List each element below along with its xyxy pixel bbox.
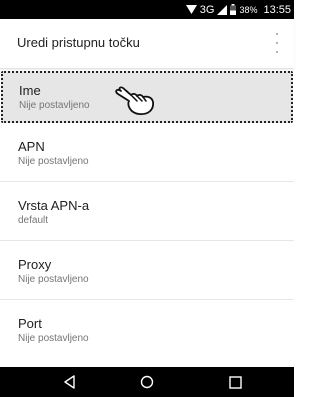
pref-summary: Nije postavljeno — [18, 274, 89, 285]
pref-proxy[interactable]: Proxy Nije postavljeno — [0, 241, 294, 300]
back-icon — [64, 375, 75, 389]
pointer-hand-icon — [115, 86, 154, 115]
back-button[interactable] — [45, 367, 95, 397]
pref-port[interactable]: Port Nije postavljeno — [0, 300, 294, 359]
pref-title: Vrsta APN-a — [18, 198, 90, 213]
recents-icon — [228, 375, 242, 389]
more-options-icon[interactable] — [274, 33, 280, 53]
home-icon — [140, 375, 154, 389]
pref-apn[interactable]: APN Nije postavljeno — [0, 123, 294, 182]
pref-title: Ime — [19, 83, 41, 98]
pref-summary: Nije postavljeno — [18, 333, 89, 344]
network-type: 3G — [199, 3, 215, 16]
pref-summary: Nije postavljeno — [19, 100, 90, 111]
pref-name[interactable]: Ime Nije postavljeno — [1, 71, 293, 123]
pref-apn-type[interactable]: Vrsta APN-a default — [0, 182, 294, 241]
signal-icon — [217, 4, 228, 15]
recents-button[interactable] — [210, 367, 260, 397]
battery-icon — [230, 4, 237, 15]
pref-title: Port — [18, 316, 42, 331]
home-button[interactable] — [122, 367, 172, 397]
pref-summary: Nije postavljeno — [18, 156, 89, 167]
preference-list: Ime Nije postavljeno APN Nije postavljen… — [0, 71, 294, 359]
page-title: Uredi pristupnu točku — [17, 35, 140, 50]
wifi-icon — [185, 5, 197, 14]
app-bar: Uredi pristupnu točku — [0, 19, 294, 69]
navigation-bar — [0, 367, 294, 397]
pref-summary: default — [18, 215, 49, 226]
pref-title: APN — [18, 139, 45, 154]
pref-title: Proxy — [18, 257, 52, 272]
battery-percent: 38% — [239, 4, 258, 15]
status-bar: 3G 38% 13:55 — [0, 0, 294, 19]
clock: 13:55 — [263, 3, 291, 16]
